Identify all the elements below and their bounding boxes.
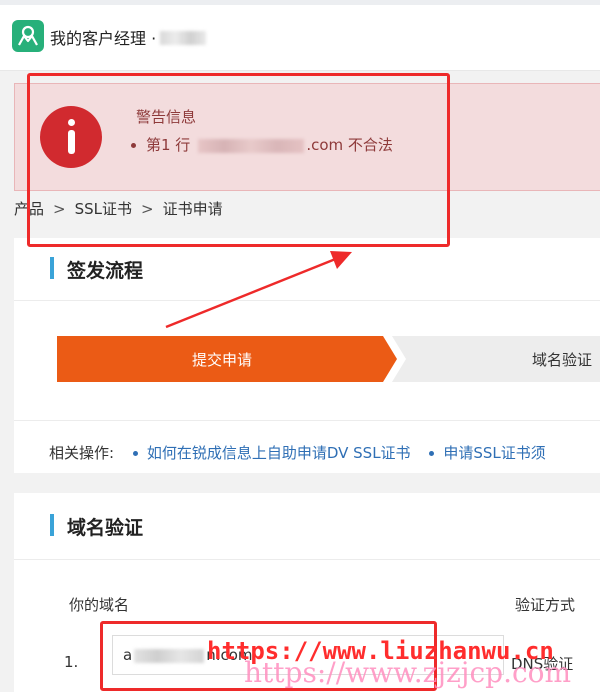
annotation-arrow-icon bbox=[165, 251, 352, 329]
watermark-primary: https://www.liuzhanwu.cn bbox=[207, 637, 554, 665]
